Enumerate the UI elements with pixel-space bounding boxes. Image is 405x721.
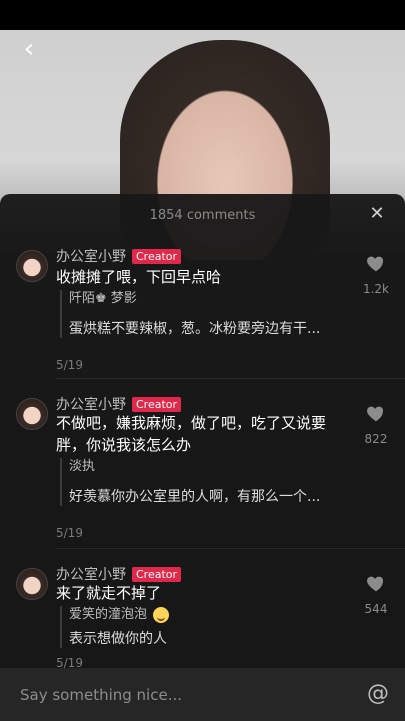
- reply-text: 好羡慕你办公室里的人啊，有那么一个...: [69, 489, 321, 505]
- comment-date: 5/19: [56, 526, 83, 540]
- comments-header: 1854 comments ✕: [0, 194, 405, 236]
- back-button[interactable]: ‹: [14, 34, 44, 64]
- reply-text: 表示想做你的人: [69, 631, 167, 647]
- reply-author-name: 爱笑的潼泡泡: [69, 607, 148, 622]
- like-count: 822: [364, 432, 388, 446]
- comment-date: 5/19: [56, 358, 83, 372]
- reply-author: 爱笑的潼泡泡: [69, 606, 359, 624]
- comment-author[interactable]: 办公室小野: [56, 564, 126, 584]
- comment-input[interactable]: [18, 678, 352, 711]
- avatar[interactable]: [16, 250, 48, 282]
- reply-author: 淡执: [69, 459, 96, 474]
- close-button[interactable]: ✕: [367, 204, 387, 224]
- heart-icon: [367, 576, 384, 592]
- like-button[interactable]: 1.2k: [361, 252, 391, 296]
- mention-button[interactable]: @: [367, 681, 389, 706]
- divider: [56, 378, 405, 379]
- comment-text: 收摊摊了喂，下回早点哈: [56, 268, 222, 286]
- grinning-emoji-icon: [153, 606, 170, 623]
- at-icon: @: [367, 681, 389, 706]
- like-button[interactable]: 822: [361, 402, 391, 446]
- like-button[interactable]: 544: [361, 572, 391, 616]
- comment-text: 来了就走不掉了: [56, 584, 162, 602]
- reply-preview[interactable]: 淡执 好羡慕你办公室里的人啊，有那么一个...: [60, 458, 359, 506]
- creator-badge: Creator: [132, 396, 182, 412]
- heart-icon: [367, 256, 384, 272]
- avatar[interactable]: [16, 568, 48, 600]
- like-count: 544: [364, 602, 388, 616]
- reply-preview[interactable]: 阡陌♚ 梦影 蛋烘糕不要辣椒，葱。冰粉要旁边有干...: [60, 290, 359, 338]
- comments-count: 1854 comments: [149, 207, 256, 223]
- reply-preview[interactable]: 爱笑的潼泡泡 表示想做你的人: [60, 606, 359, 648]
- back-arrow-icon: ‹: [23, 34, 35, 64]
- divider: [56, 548, 405, 549]
- heart-icon: [367, 406, 384, 422]
- avatar[interactable]: [16, 398, 48, 430]
- comments-panel: 1854 comments ✕ 办公室小野 Creator 收摊摊了喂，下回早点…: [0, 194, 405, 721]
- comment-author-row: 办公室小野 Creator: [56, 246, 182, 266]
- comment-author-row: 办公室小野 Creator: [56, 564, 182, 584]
- creator-badge: Creator: [132, 566, 182, 582]
- close-icon: ✕: [369, 203, 385, 224]
- like-count: 1.2k: [362, 282, 390, 296]
- creator-badge: Creator: [132, 248, 182, 264]
- comment-input-bar: @: [0, 668, 405, 721]
- comment-text: 不做吧，嫌我麻烦，做了吧，吃了又说要胖，你说我该怎么办: [56, 414, 327, 454]
- comment-author[interactable]: 办公室小野: [56, 394, 126, 414]
- comment-author-row: 办公室小野 Creator: [56, 394, 182, 414]
- comment-author[interactable]: 办公室小野: [56, 246, 126, 266]
- reply-text: 蛋烘糕不要辣椒，葱。冰粉要旁边有干...: [69, 321, 321, 337]
- reply-author: 阡陌♚ 梦影: [69, 291, 137, 306]
